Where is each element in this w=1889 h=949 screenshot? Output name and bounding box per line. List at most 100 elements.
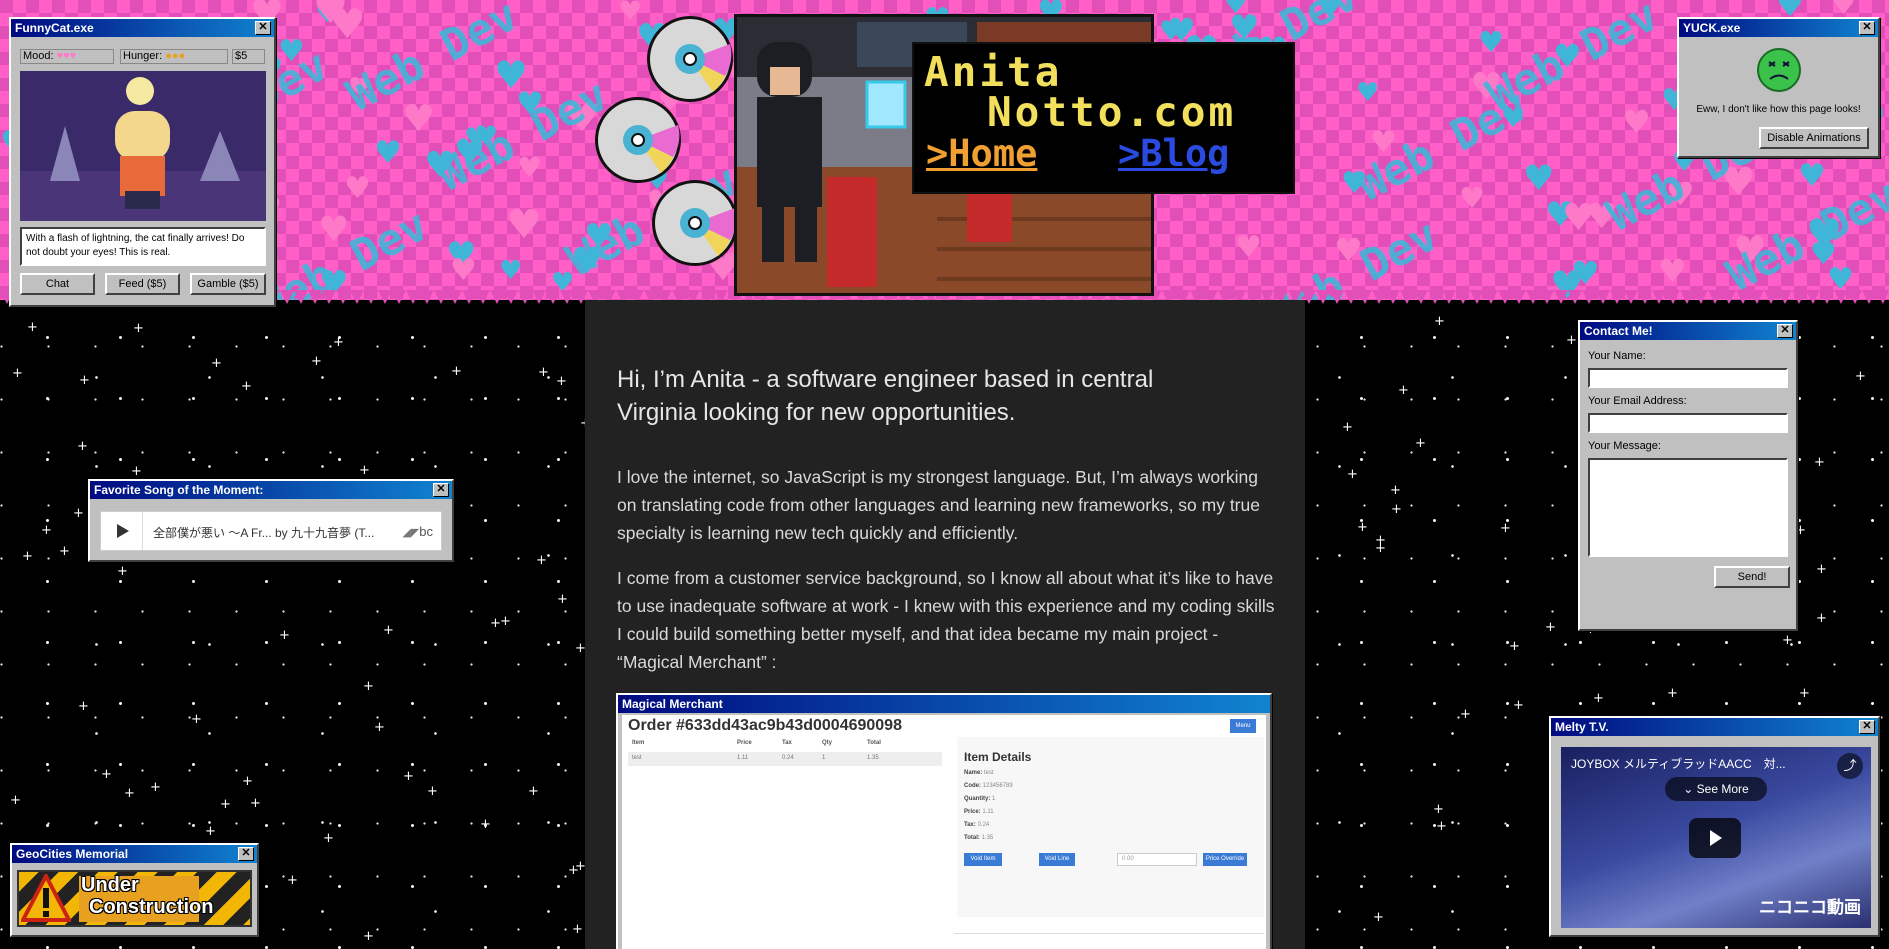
sparkle-star: + (480, 817, 491, 832)
video-title[interactable]: JOYBOX メルティブラッドAACC 対... (1571, 755, 1821, 772)
funnycat-titlebar: FunnyCat.exe ✕ (11, 19, 274, 37)
menu-button[interactable]: Menu (1230, 719, 1256, 733)
send-button[interactable]: Send! (1714, 566, 1790, 588)
sparkle-star: + (403, 769, 414, 784)
see-more-button[interactable]: ⌄ See More (1665, 777, 1767, 801)
banner-webdev-text: Web Dev (1258, 209, 1447, 300)
video-play-button[interactable] (1689, 818, 1741, 858)
heart-icon: ♥ (1478, 25, 1504, 59)
mood-meter: Mood: ♥♥♥ (20, 49, 114, 64)
table-cell: test (632, 755, 642, 761)
sparkle-star: + (1593, 691, 1604, 706)
sparkle-star: + (101, 767, 112, 782)
yuck-window: YUCK.exe ✕ Eww, I don't like how this pag… (1677, 17, 1880, 158)
heart-icon: ♥ (1622, 103, 1651, 141)
sparkle-star: + (1342, 420, 1353, 435)
melty-tv-window: Melty T.V. ✕ JOYBOX メルティブラッドAACC 対... ⤴ ⌄… (1549, 716, 1880, 937)
heart-icon: ♥ (1562, 196, 1596, 239)
bandcamp-logo: ◢◤bc (402, 524, 433, 539)
sparkle-star: + (131, 464, 142, 479)
sparkle-star: + (220, 797, 231, 812)
sparkle-star: + (133, 321, 144, 336)
site-logo-box: Anita Notto.com >Home >Blog (912, 42, 1295, 194)
bandcamp-icon: ◢◤ (402, 527, 420, 539)
chevron-down-icon: ⌄ (1683, 782, 1697, 796)
sparkle-star: + (10, 793, 21, 808)
sparkle-star: + (528, 784, 539, 799)
sparkle-star: + (242, 774, 253, 789)
table-header-cell: Item (632, 740, 645, 746)
cat-message-box: With a flash of lightning, the cat final… (20, 227, 266, 266)
price-input[interactable]: 0.00 (1117, 853, 1197, 866)
bandcamp-player: 全部僕が悪い 〜A Fr... by 九十九音夢 (T... ◢◤bc (100, 511, 442, 551)
sparkle-star: + (1816, 562, 1827, 577)
sparkle-star: + (500, 614, 511, 629)
close-button[interactable]: ✕ (433, 483, 449, 497)
close-button[interactable]: ✕ (255, 21, 271, 35)
item-detail-row: Price: 1.11 (964, 809, 994, 815)
close-button[interactable]: ✕ (1859, 21, 1875, 35)
sparkle-star: + (374, 720, 385, 735)
yuck-titlebar: YUCK.exe ✕ (1679, 19, 1878, 37)
sparkle-star: + (279, 628, 290, 643)
chat-button[interactable]: Chat (20, 273, 95, 295)
item-detail-row: Tax: 0.24 (964, 822, 990, 828)
item-detail-row: Code: 123456789 (964, 783, 1013, 789)
table-cell: 1 (822, 755, 826, 761)
sparkle-star: + (78, 699, 89, 714)
nav-blog-link[interactable]: >Blog (1118, 132, 1229, 175)
close-button[interactable]: ✕ (1859, 720, 1875, 734)
sparkle-star: + (1545, 620, 1556, 635)
sparkle-star: + (1513, 698, 1524, 713)
name-input[interactable] (1588, 368, 1788, 388)
niconico-watermark: ニコニコ動画 (1759, 898, 1861, 917)
sparkle-star: + (1799, 686, 1810, 701)
feed-button[interactable]: Feed ($5) (105, 273, 180, 295)
table-header-cell: Tax (782, 740, 792, 746)
sparkle-star: + (117, 564, 128, 579)
nav-home-link[interactable]: >Home (926, 132, 1037, 175)
geocities-window: GeoCities Memorial ✕ Under Construction (10, 843, 259, 937)
sparkle-star: + (536, 553, 547, 568)
void-item-button[interactable]: Void Item (964, 853, 1002, 866)
order-table-header: Item Price Tax Qty Total (632, 740, 942, 752)
sparkle-star: + (1373, 910, 1384, 925)
heart-icon: ♥ (1571, 254, 1600, 292)
video-player[interactable]: JOYBOX メルティブラッドAACC 対... ⤴ ⌄ See More ニコ… (1561, 747, 1871, 928)
table-row[interactable]: test 1.11 0.24 1 1.35 (628, 752, 942, 766)
share-icon[interactable]: ⤴ (1837, 753, 1863, 779)
about-paragraph-1: I love the internet, so JavaScript is my… (617, 467, 1260, 543)
price-override-button[interactable]: Price Override (1203, 853, 1247, 866)
sparkle-star: + (538, 365, 549, 380)
void-line-button[interactable]: Void Line (1039, 853, 1075, 866)
disable-animations-button[interactable]: Disable Animations (1759, 127, 1869, 149)
magical-merchant-window: Magical Merchant Order #633dd43ac9b43d00… (616, 693, 1272, 949)
sparkle-star: + (150, 780, 161, 795)
sparkle-star: + (1782, 633, 1793, 648)
close-button[interactable]: ✕ (1777, 324, 1793, 338)
sparkle-star: + (79, 373, 90, 388)
email-input[interactable] (1588, 413, 1788, 433)
sparkle-star: + (241, 379, 252, 394)
sparkle-star: + (287, 873, 298, 888)
close-button[interactable]: ✕ (238, 847, 254, 861)
heart-icon: ♥ (402, 97, 436, 140)
sparkle-star: + (1390, 483, 1401, 498)
sparkle-star: + (22, 549, 33, 564)
sick-face-icon (1757, 48, 1801, 92)
sparkle-star: + (1391, 502, 1402, 517)
table-header-cell: Qty (822, 740, 833, 746)
song-track-title[interactable]: 全部僕が悪い 〜A Fr... by 九十九音夢 (T... (153, 524, 403, 541)
play-button[interactable] (101, 512, 143, 550)
message-textarea[interactable] (1588, 458, 1788, 557)
sparkle-star: + (59, 544, 70, 559)
yuck-message: Eww, I don't like how this page looks! (1696, 104, 1861, 115)
heart-icon: ♥ (1224, 0, 1248, 20)
gamble-button[interactable]: Gamble ($5) (190, 273, 266, 295)
hunger-meter: Hunger: ●●● (120, 49, 228, 64)
table-header-cell: Price (737, 740, 752, 746)
sparkle-star: + (363, 929, 374, 944)
item-detail-row: Quantity: 1 (964, 796, 996, 802)
sparkle-star: + (311, 354, 322, 369)
sparkle-star: + (451, 364, 462, 379)
